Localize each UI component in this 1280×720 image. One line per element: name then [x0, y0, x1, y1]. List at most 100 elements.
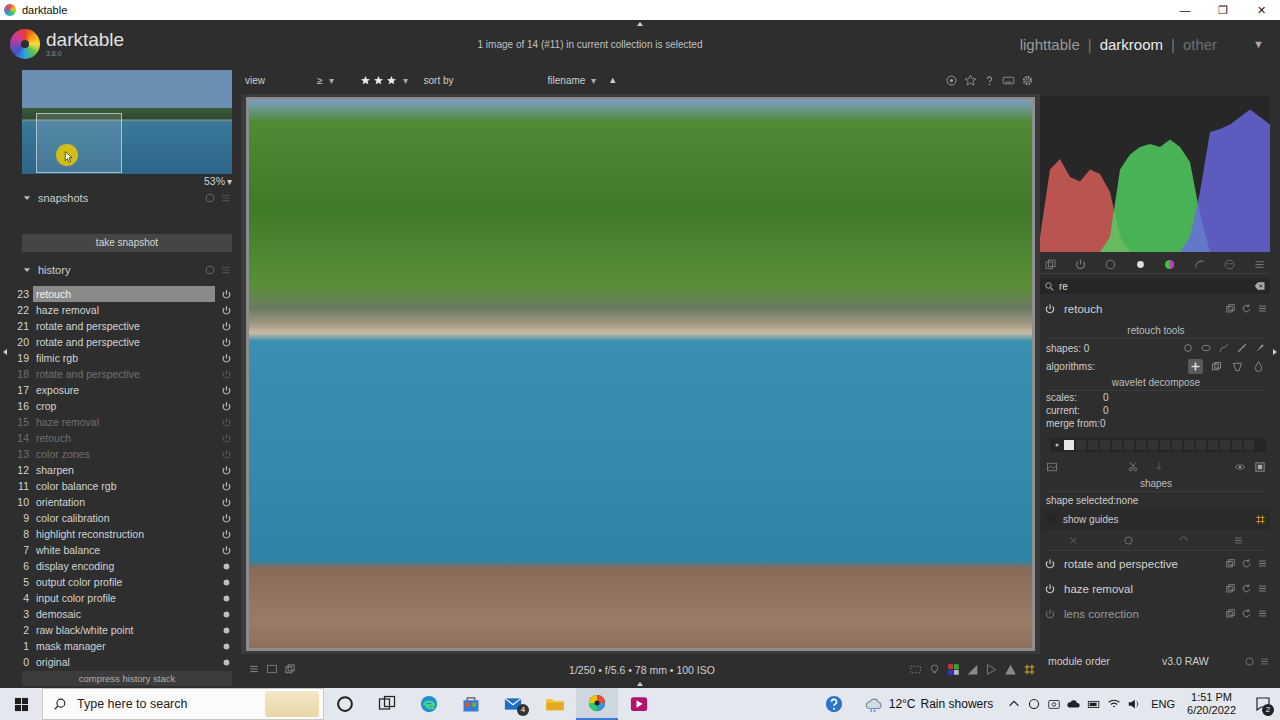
zoom-menu[interactable]: ▾ — [227, 176, 232, 187]
help-icon[interactable] — [204, 264, 216, 276]
windows-logo-icon[interactable] — [14, 697, 29, 712]
snapshots-header[interactable]: snapshots — [22, 190, 232, 206]
history-item[interactable]: 14retouch — [0, 430, 232, 446]
preferences-gear-icon[interactable] — [1021, 74, 1034, 87]
blend-uniform-icon[interactable] — [1123, 535, 1134, 546]
multi-instance-icon[interactable] — [1225, 303, 1236, 314]
module-group-icon[interactable] — [1163, 258, 1176, 271]
path-shape-icon[interactable] — [1218, 342, 1230, 354]
weather-widget[interactable]: 12°CRain showers — [865, 695, 994, 713]
module-header[interactable]: lens correction — [1040, 601, 1270, 626]
history-item[interactable]: 7white balance — [0, 542, 232, 558]
help-icon[interactable] — [204, 192, 216, 204]
search-icon[interactable] — [1044, 281, 1055, 292]
overlays-star-icon[interactable] — [964, 74, 977, 87]
snapshots-header-title[interactable]: snapshots — [38, 192, 88, 204]
history-item[interactable]: 8highlight reconstruction — [0, 526, 232, 542]
mask-icon[interactable] — [1254, 461, 1266, 473]
eye-icon[interactable] — [1234, 461, 1246, 473]
weather-cloud-icon[interactable] — [865, 695, 883, 713]
rating-filter[interactable] — [360, 75, 399, 86]
view-tab[interactable]: other — [1183, 36, 1217, 53]
gamut-icon[interactable] — [966, 663, 979, 676]
cut-icon[interactable] — [1127, 461, 1139, 473]
shortcuts-icon[interactable] — [1002, 74, 1015, 87]
presets-icon[interactable] — [1257, 583, 1268, 594]
compress-history-button[interactable]: compress history stack — [22, 671, 232, 686]
module-group-icon[interactable] — [1044, 258, 1057, 271]
star-icon[interactable] — [386, 75, 397, 86]
comparator-select[interactable]: ≥ — [317, 75, 323, 86]
power-icon[interactable] — [1044, 303, 1056, 315]
multi-instance-icon[interactable] — [1225, 608, 1236, 619]
onedrive-icon[interactable] — [1067, 697, 1081, 711]
brush-tool-icon[interactable] — [1254, 342, 1266, 354]
store-icon[interactable] — [461, 694, 481, 714]
blend-off-icon[interactable] — [1068, 535, 1079, 546]
help-app[interactable] — [813, 688, 855, 720]
history-item[interactable]: 0original — [0, 654, 232, 670]
blend-menu-icon[interactable] — [1233, 535, 1244, 546]
focus-icon[interactable] — [909, 663, 922, 676]
module-group-icon[interactable] — [1134, 258, 1147, 271]
taskbar-app[interactable]: 4 — [492, 688, 534, 720]
presets-icon[interactable] — [220, 192, 232, 204]
history-item[interactable]: 21rotate and perspective — [0, 318, 232, 334]
taskbar-app[interactable] — [576, 688, 618, 720]
history-item[interactable]: 23retouch — [0, 286, 232, 302]
ellipse-shape-icon[interactable] — [1200, 342, 1212, 354]
blur-icon[interactable] — [1251, 359, 1266, 374]
history-item[interactable]: 5output color profile — [0, 574, 232, 590]
start-button[interactable] — [0, 688, 42, 720]
clone-icon[interactable] — [1209, 359, 1224, 374]
sort-order[interactable]: ▲ — [608, 75, 617, 85]
help-bubble-icon[interactable] — [824, 694, 844, 714]
focus-peaking-icon[interactable] — [248, 663, 260, 675]
power-icon[interactable] — [1044, 608, 1056, 620]
history-header[interactable]: history — [22, 262, 232, 278]
clear-search-icon[interactable] — [1254, 280, 1266, 292]
history-header-title[interactable]: history — [38, 264, 70, 276]
battery-icon[interactable] — [1087, 697, 1101, 711]
presets-icon[interactable] — [220, 264, 232, 276]
taskbar-app[interactable] — [450, 688, 492, 720]
wavelet-scale-bar[interactable] — [1050, 438, 1266, 452]
help-icon[interactable] — [1244, 656, 1255, 667]
cortana-icon[interactable] — [335, 694, 355, 714]
edge-icon[interactable] — [419, 694, 439, 714]
minimize-button[interactable]: — — [1166, 4, 1204, 16]
presets-icon[interactable] — [1257, 608, 1268, 619]
heal-icon[interactable] — [1188, 359, 1203, 374]
collapse-top-icon[interactable] — [633, 20, 647, 28]
views-menu[interactable]: ▼ — [1253, 38, 1264, 50]
taskview-icon[interactable] — [377, 694, 397, 714]
grouping-icon[interactable] — [945, 74, 958, 87]
volume-icon[interactable] — [1127, 697, 1141, 711]
taskbar-app[interactable] — [408, 688, 450, 720]
explorer-icon[interactable] — [545, 694, 565, 714]
take-snapshot-button[interactable]: take snapshot — [22, 234, 232, 252]
tray-expand-icon[interactable] — [1007, 697, 1021, 711]
module-group-icon[interactable] — [1193, 258, 1206, 271]
history-item[interactable]: 3demosaic — [0, 606, 232, 622]
history-item[interactable]: 15haze removal — [0, 414, 232, 430]
history-item[interactable]: 20rotate and perspective — [0, 334, 232, 350]
guides-grid-icon[interactable] — [1255, 514, 1266, 525]
show-guides-row[interactable]: show guides — [1040, 508, 1270, 530]
module-group-icon[interactable] — [1074, 258, 1087, 271]
power-icon[interactable] — [1044, 558, 1056, 570]
history-item[interactable]: 9color calibration — [0, 510, 232, 526]
history-item[interactable]: 22haze removal — [0, 302, 232, 318]
media-icon[interactable] — [629, 694, 649, 714]
history-item[interactable]: 16crop — [0, 398, 232, 414]
help-icon[interactable] — [983, 74, 996, 87]
module-header[interactable]: haze removal — [1040, 576, 1270, 601]
expand-triangle-icon[interactable] — [22, 265, 32, 275]
darktable-icon[interactable] — [587, 693, 607, 713]
bulb-icon[interactable] — [928, 663, 941, 676]
guides-icon[interactable] — [985, 663, 998, 676]
maximize-button[interactable]: ❐ — [1204, 4, 1242, 17]
history-item[interactable]: 4input color profile — [0, 590, 232, 606]
view-tab[interactable]: darkroom — [1100, 36, 1163, 53]
display-wavelet-icon[interactable] — [1046, 461, 1058, 473]
